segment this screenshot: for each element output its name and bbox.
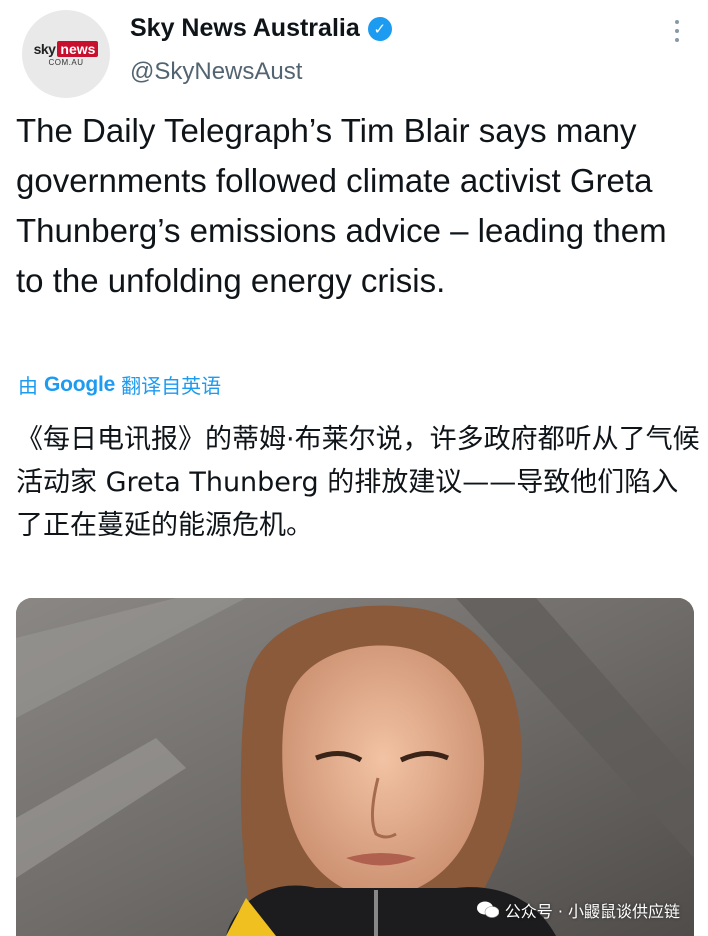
avatar[interactable]: sky news COM.AU: [22, 10, 110, 98]
author-name[interactable]: Sky News Australia: [130, 14, 360, 43]
author-handle[interactable]: @SkyNewsAust: [130, 58, 302, 86]
translate-suffix: 翻译自英语: [121, 376, 222, 398]
logo-news-text: news: [57, 41, 99, 57]
google-logo: Google: [44, 372, 116, 396]
logo-sky-text: sky: [33, 41, 56, 57]
tweet-photo[interactable]: 公众号 · 小鼹鼠谈供应链: [16, 598, 694, 936]
sky-news-logo: sky news: [34, 41, 99, 57]
wechat-icon: [476, 901, 499, 918]
watermark-text: 公众号 · 小鼹鼠谈供应链: [504, 902, 680, 921]
more-options-icon[interactable]: [672, 20, 682, 42]
author-name-row[interactable]: Sky News Australia ✓: [130, 14, 392, 43]
tweet-text: The Daily Telegraph’s Tim Blair says man…: [16, 112, 667, 299]
photo-illustration: [16, 598, 694, 936]
logo-domain-text: COM.AU: [48, 58, 84, 67]
watermark: 公众号 · 小鼹鼠谈供应链: [476, 898, 680, 922]
translated-text: 《每日电讯报》的蒂姆·布莱尔说，许多政府都听从了气候活动家 Greta Thun…: [16, 424, 700, 541]
translate-prefix: 由: [18, 376, 38, 398]
verified-badge-icon: ✓: [367, 16, 392, 41]
translation-attribution[interactable]: 由 Google 翻译自英语: [18, 370, 221, 399]
